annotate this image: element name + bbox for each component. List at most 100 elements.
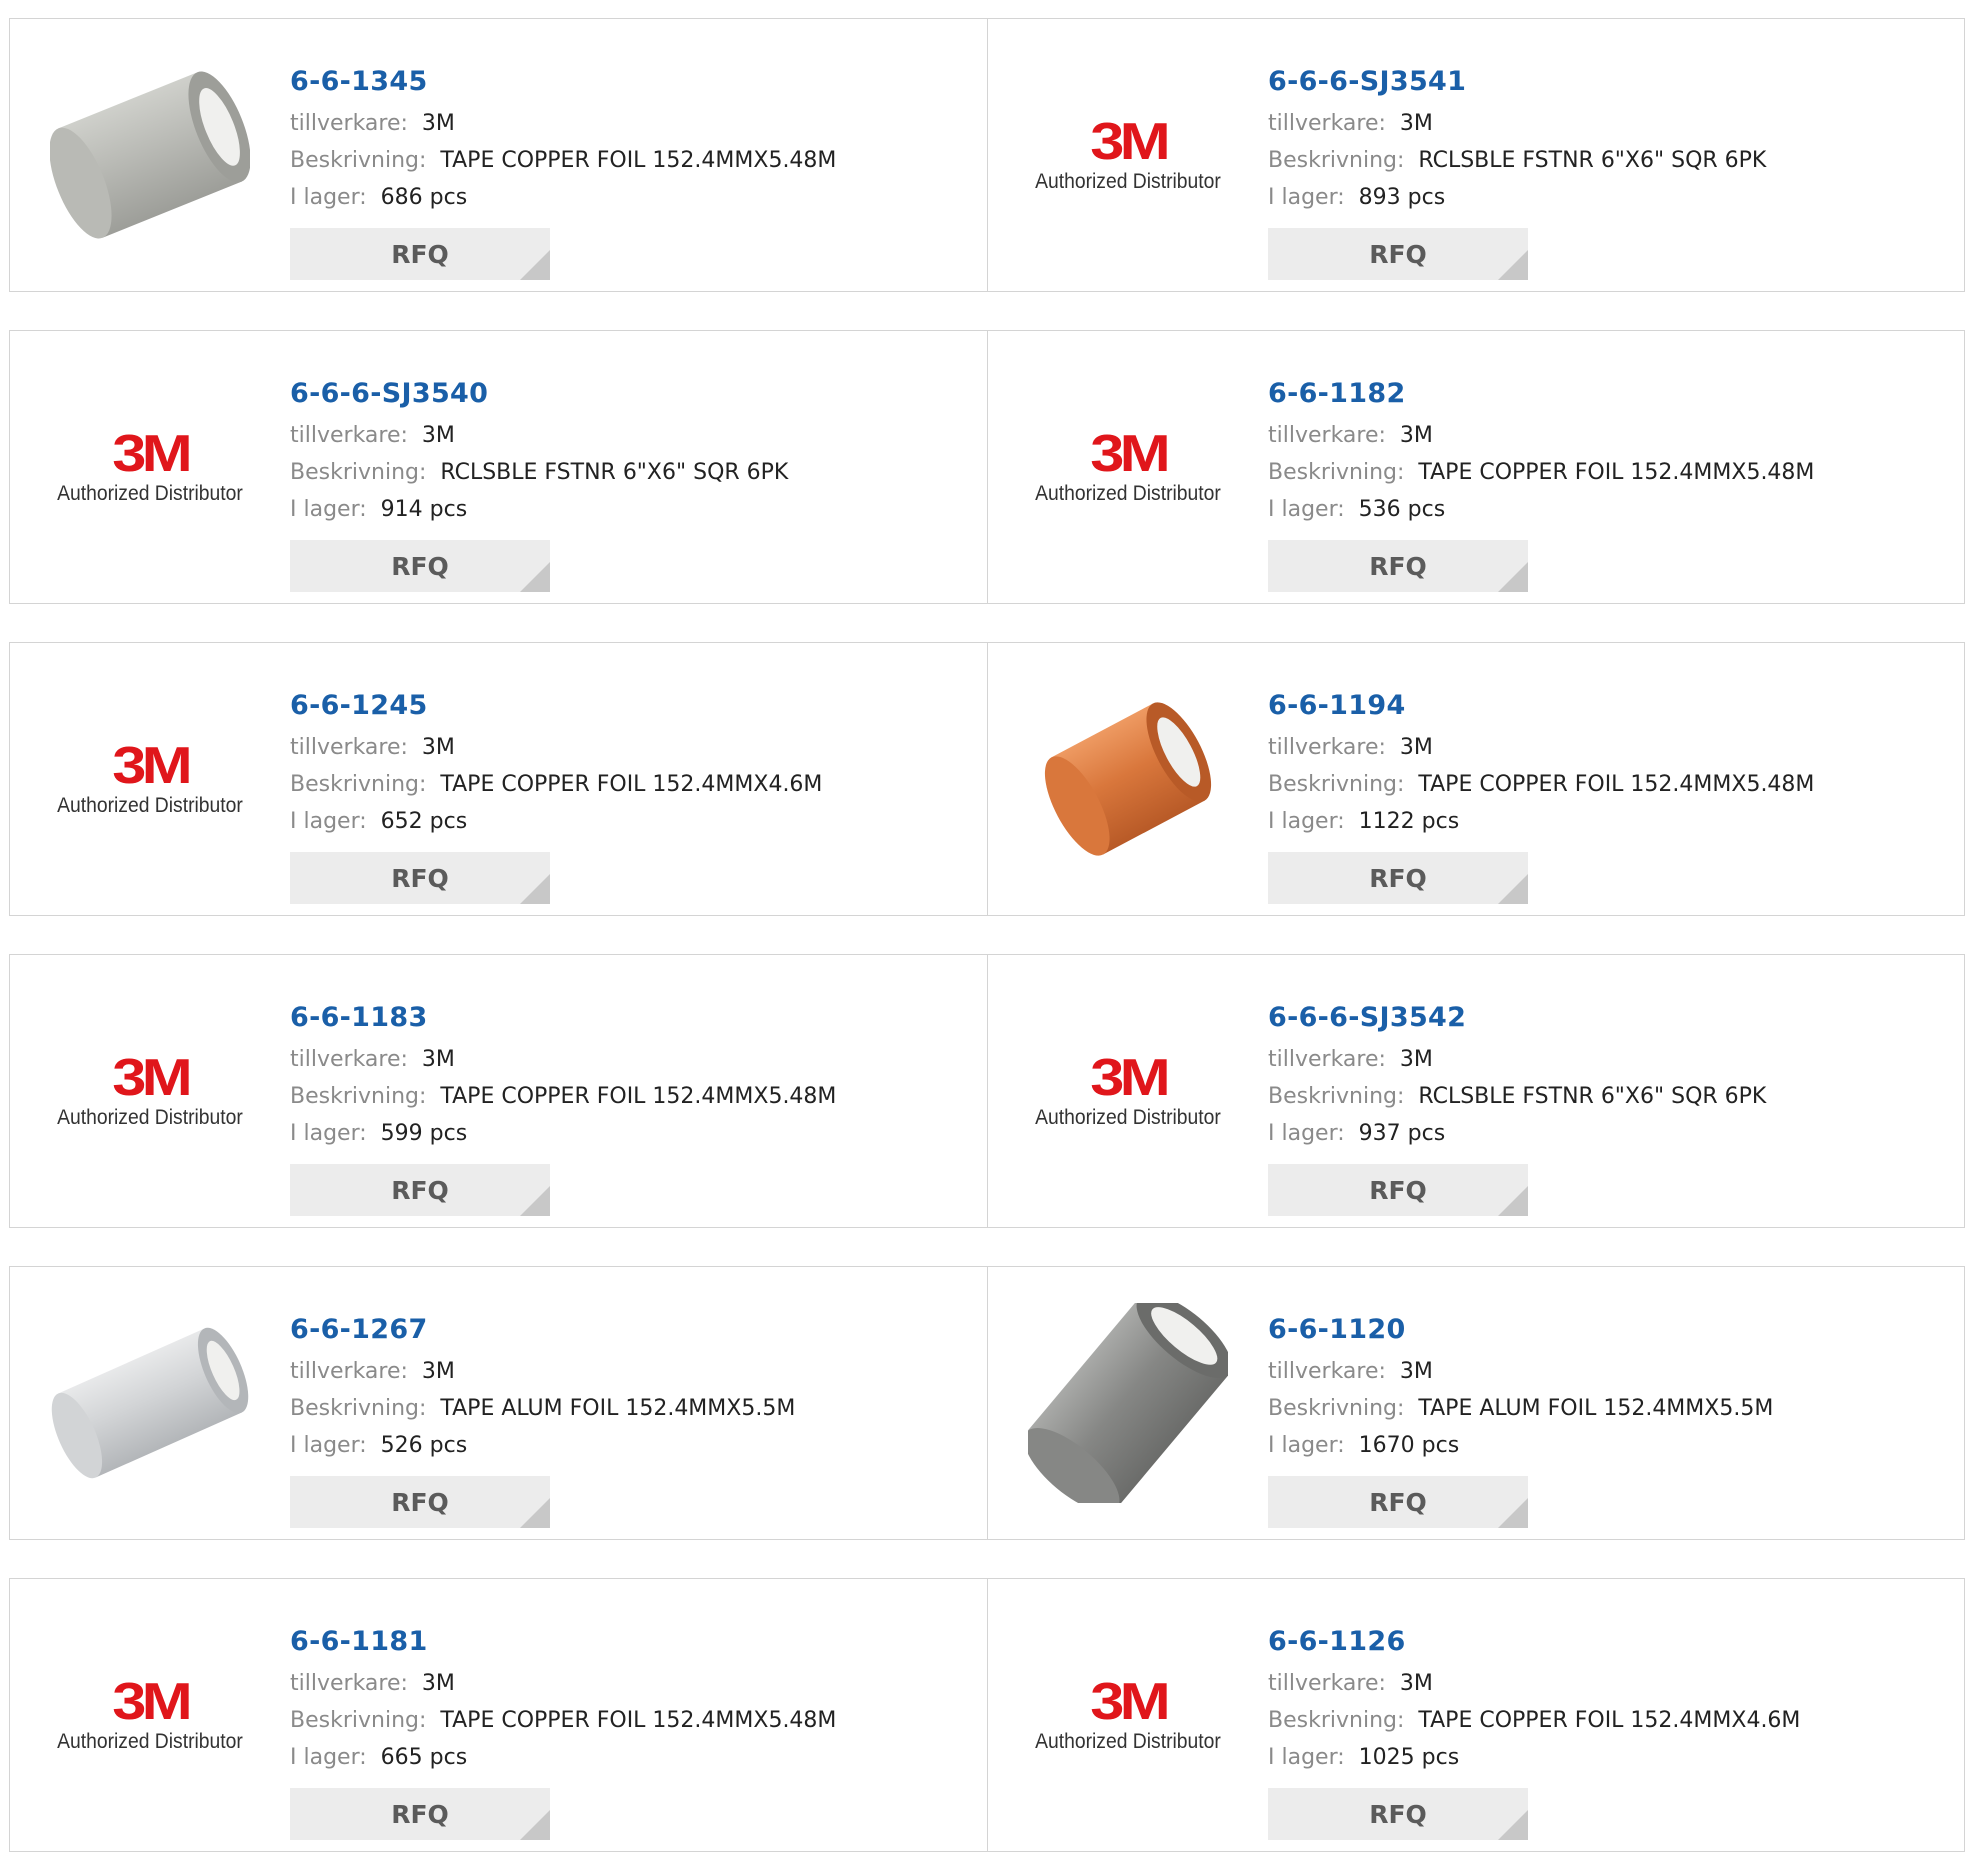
rfq-button[interactable]: RFQ	[1268, 1788, 1528, 1840]
part-number-link[interactable]: 6-6-6-SJ3541	[1268, 65, 1766, 99]
authorized-distributor-text: Authorized Distributor	[57, 1106, 243, 1129]
manufacturer-value: 3M	[421, 735, 455, 760]
part-number-link[interactable]: 6-6-1183	[290, 1001, 836, 1035]
stock-label: I lager:	[1268, 1745, 1345, 1770]
brand-logo: 3M Authorized Distributor	[1027, 1052, 1229, 1130]
tape-roll-icon	[50, 71, 250, 239]
rfq-button[interactable]: RFQ	[290, 228, 550, 280]
product-info: 6-6-1182 tillverkare: 3M Beskrivning: TAPE…	[1268, 377, 1814, 592]
stock-value: 893 pcs	[1358, 185, 1446, 210]
rfq-button[interactable]: RFQ	[290, 1476, 550, 1528]
rfq-button-label: RFQ	[391, 1175, 449, 1205]
3m-authorized-distributor-logo[interactable]: 3M Authorized Distributor	[1028, 991, 1228, 1191]
rfq-button[interactable]: RFQ	[1268, 1164, 1528, 1216]
rfq-button-label: RFQ	[1369, 1175, 1427, 1205]
corner-triangle-icon	[520, 1498, 550, 1528]
product-image[interactable]	[1028, 1303, 1228, 1503]
stock-label: I lager:	[290, 185, 367, 210]
stock-label: I lager:	[290, 497, 367, 522]
part-number-link[interactable]: 6-6-6-SJ3540	[290, 377, 788, 411]
rfq-button[interactable]: RFQ	[290, 852, 550, 904]
product-info: 6-6-1245 tillverkare: 3M Beskrivning: TAPE…	[290, 689, 822, 904]
3m-authorized-distributor-logo[interactable]: 3M Authorized Distributor	[50, 1615, 250, 1815]
product-image[interactable]	[50, 55, 250, 255]
description-row: Beskrivning: TAPE ALUM FOIL 152.4MMX5.5M	[1268, 1390, 1773, 1427]
product-image[interactable]	[1028, 679, 1228, 879]
tape-roll-icon	[1028, 1303, 1228, 1503]
part-number-link[interactable]: 6-6-1181	[290, 1625, 836, 1659]
description-label: Beskrivning:	[290, 1708, 427, 1733]
description-label: Beskrivning:	[290, 772, 427, 797]
part-number-link[interactable]: 6-6-1182	[1268, 377, 1814, 411]
rfq-button[interactable]: RFQ	[1268, 540, 1528, 592]
stock-value: 536 pcs	[1358, 497, 1446, 522]
product-card: 3M Authorized Distributor 6-6-6-SJ3540 t…	[10, 331, 987, 603]
rfq-button-label: RFQ	[1369, 863, 1427, 893]
rfq-button[interactable]: RFQ	[290, 1788, 550, 1840]
rfq-button[interactable]: RFQ	[1268, 228, 1528, 280]
3m-authorized-distributor-logo[interactable]: 3M Authorized Distributor	[1028, 55, 1228, 255]
manufacturer-row: tillverkare: 3M	[290, 105, 836, 142]
stock-row: I lager: 1025 pcs	[1268, 1739, 1800, 1776]
stock-row: I lager: 1122 pcs	[1268, 803, 1814, 840]
description-value: RCLSBLE FSTNR 6"X6" SQR 6PK	[1418, 1084, 1767, 1109]
part-number-link[interactable]: 6-6-1126	[1268, 1625, 1800, 1659]
rfq-button-label: RFQ	[391, 239, 449, 269]
stock-row: I lager: 893 pcs	[1268, 179, 1766, 216]
part-number-link[interactable]: 6-6-1194	[1268, 689, 1814, 723]
rfq-button[interactable]: RFQ	[1268, 852, 1528, 904]
manufacturer-label: tillverkare:	[290, 1359, 408, 1384]
rfq-button[interactable]: RFQ	[1268, 1476, 1528, 1528]
3m-authorized-distributor-logo[interactable]: 3M Authorized Distributor	[50, 991, 250, 1191]
part-number-link[interactable]: 6-6-1267	[290, 1313, 795, 1347]
stock-label: I lager:	[1268, 185, 1345, 210]
description-value: TAPE COPPER FOIL 152.4MMX5.48M	[440, 148, 837, 173]
manufacturer-label: tillverkare:	[1268, 1359, 1386, 1384]
stock-value: 914 pcs	[380, 497, 468, 522]
stock-label: I lager:	[1268, 497, 1345, 522]
manufacturer-row: tillverkare: 3M	[290, 1041, 836, 1078]
part-number-link[interactable]: 6-6-1245	[290, 689, 822, 723]
rfq-button[interactable]: RFQ	[290, 1164, 550, 1216]
3m-authorized-distributor-logo[interactable]: 3M Authorized Distributor	[1028, 367, 1228, 567]
description-row: Beskrivning: RCLSBLE FSTNR 6"X6" SQR 6PK	[1268, 1078, 1766, 1115]
authorized-distributor-text: Authorized Distributor	[57, 794, 243, 817]
product-image[interactable]	[50, 1303, 250, 1503]
rfq-button[interactable]: RFQ	[290, 540, 550, 592]
manufacturer-row: tillverkare: 3M	[1268, 1353, 1773, 1390]
product-info: 6-6-6-SJ3541 tillverkare: 3M Beskrivning:…	[1268, 65, 1766, 280]
manufacturer-value: 3M	[421, 111, 455, 136]
authorized-distributor-text: Authorized Distributor	[1035, 482, 1221, 505]
description-value: RCLSBLE FSTNR 6"X6" SQR 6PK	[440, 460, 789, 485]
description-value: TAPE COPPER FOIL 152.4MMX5.48M	[440, 1708, 837, 1733]
part-number-link[interactable]: 6-6-1120	[1268, 1313, 1773, 1347]
description-row: Beskrivning: RCLSBLE FSTNR 6"X6" SQR 6PK	[1268, 142, 1766, 179]
3m-authorized-distributor-logo[interactable]: 3M Authorized Distributor	[50, 367, 250, 567]
brand-logo: 3M Authorized Distributor	[1027, 1676, 1229, 1754]
3m-logo-mark: 3M	[112, 737, 193, 795]
product-card: 6-6-1267 tillverkare: 3M Beskrivning: TAPE…	[10, 1267, 987, 1539]
corner-triangle-icon	[520, 1186, 550, 1216]
3m-authorized-distributor-logo[interactable]: 3M Authorized Distributor	[50, 679, 250, 879]
product-card: 3M Authorized Distributor 6-6-1182 tillv…	[987, 331, 1964, 603]
corner-triangle-icon	[1498, 1498, 1528, 1528]
tape-roll-icon	[1044, 702, 1212, 856]
stock-row: I lager: 665 pcs	[290, 1739, 836, 1776]
stock-value: 1025 pcs	[1358, 1745, 1460, 1770]
corner-triangle-icon	[1498, 874, 1528, 904]
manufacturer-value: 3M	[1399, 1047, 1433, 1072]
product-card: 3M Authorized Distributor 6-6-1245 tillv…	[10, 643, 987, 915]
product-row: 3M Authorized Distributor 6-6-1181 tillv…	[9, 1578, 1965, 1852]
3m-authorized-distributor-logo[interactable]: 3M Authorized Distributor	[1028, 1615, 1228, 1815]
stock-value: 1122 pcs	[1358, 809, 1460, 834]
description-row: Beskrivning: TAPE COPPER FOIL 152.4MMX5.4…	[1268, 454, 1814, 491]
manufacturer-row: tillverkare: 3M	[290, 417, 788, 454]
product-card: 3M Authorized Distributor 6-6-1126 tillv…	[987, 1579, 1964, 1851]
part-number-link[interactable]: 6-6-1345	[290, 65, 836, 99]
stock-value: 599 pcs	[380, 1121, 468, 1146]
description-value: TAPE COPPER FOIL 152.4MMX4.6M	[440, 772, 823, 797]
description-label: Beskrivning:	[290, 148, 427, 173]
manufacturer-label: tillverkare:	[1268, 1671, 1386, 1696]
3m-logo-mark: 3M	[1090, 425, 1171, 483]
part-number-link[interactable]: 6-6-6-SJ3542	[1268, 1001, 1766, 1035]
